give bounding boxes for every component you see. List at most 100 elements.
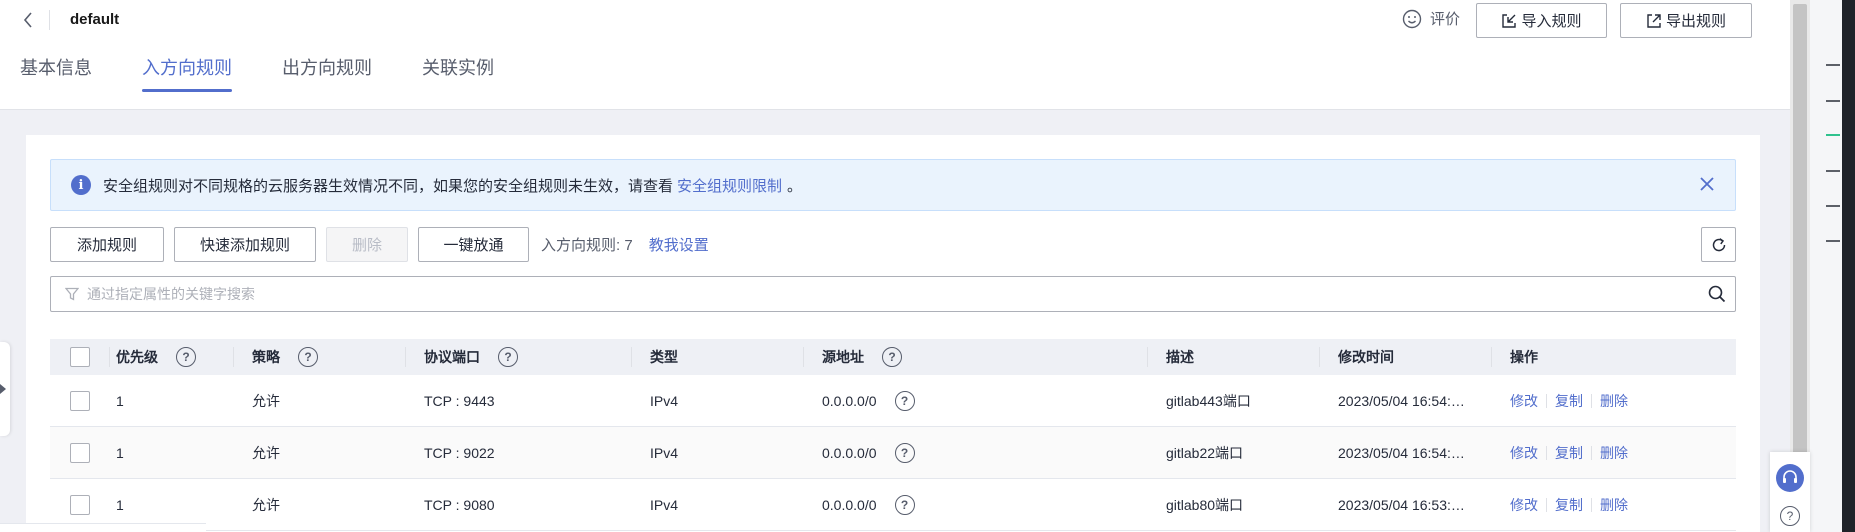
cell-port: TCP : 9443 <box>424 392 495 409</box>
op-divider <box>1591 445 1592 460</box>
side-mark <box>1826 170 1840 172</box>
open-all-button[interactable]: 一键放通 <box>418 226 529 262</box>
table-row: 1 允许 TCP : 9022 IPv4 0.0.0.0/0? gitlab22… <box>50 427 1736 479</box>
cell-type: IPv4 <box>650 444 679 461</box>
tab-associated-instances[interactable]: 关联实例 <box>422 54 494 92</box>
teach-me-link[interactable]: 教我设置 <box>649 234 709 255</box>
import-rules-button[interactable]: 导入规则 <box>1476 3 1607 38</box>
notice-link[interactable]: 安全组规则限制 <box>677 175 782 196</box>
delete-link[interactable]: 删除 <box>1600 391 1628 411</box>
cell-port: TCP : 9022 <box>424 444 495 461</box>
side-panel-edge <box>1842 0 1855 532</box>
cell-source: 0.0.0.0/0? <box>804 375 1148 426</box>
side-mark <box>1826 240 1840 242</box>
rate-button[interactable]: 评价 <box>1402 8 1460 29</box>
edit-link[interactable]: 修改 <box>1510 391 1538 411</box>
rate-label: 评价 <box>1430 11 1461 28</box>
customer-service-icon[interactable] <box>1776 464 1804 492</box>
modified-value: 2023/05/04 16:54:… <box>1338 444 1465 461</box>
header-priority: 优先级? <box>110 339 234 375</box>
import-rules-label: 导入规则 <box>1521 13 1582 30</box>
cell-action: 允许 <box>252 392 280 409</box>
side-mark-active <box>1826 134 1840 136</box>
delete-link[interactable]: 删除 <box>1600 443 1628 463</box>
header-port-label: 协议端口 <box>424 349 480 365</box>
cell-operations: 修改 复制 删除 <box>1492 479 1736 530</box>
help-icon[interactable]: ? <box>1780 506 1800 526</box>
source-value: 0.0.0.0/0 <box>822 444 877 461</box>
close-icon[interactable] <box>1697 174 1717 194</box>
select-all-checkbox[interactable] <box>70 347 90 367</box>
source-value: 0.0.0.0/0 <box>822 392 877 409</box>
select-all-cell <box>50 339 110 375</box>
header-type: 类型 <box>632 339 804 375</box>
source-help-icon[interactable]: ? <box>894 390 915 411</box>
row-select-cell <box>50 427 110 478</box>
back-arrow-icon[interactable] <box>18 9 38 31</box>
quick-add-rule-button[interactable]: 快速添加规则 <box>174 226 316 262</box>
source-help-icon[interactable]: ? <box>894 442 915 463</box>
row-select-cell <box>50 375 110 426</box>
edit-link[interactable]: 修改 <box>1510 495 1538 515</box>
tab-basic-info[interactable]: 基本信息 <box>20 54 92 92</box>
header-modified: 修改时间 <box>1320 339 1492 375</box>
copy-link[interactable]: 复制 <box>1555 443 1583 463</box>
export-rules-label: 导出规则 <box>1665 13 1726 30</box>
notice-tail: 。 <box>787 177 803 195</box>
filter-icon <box>65 287 79 301</box>
op-divider <box>1546 497 1547 512</box>
table-header: 优先级? 策略? 协议端口? 类型 源地址? 描述 修改时间 操作 <box>50 339 1736 375</box>
sidebar-expand-handle[interactable] <box>0 342 10 436</box>
search-input[interactable] <box>87 286 1699 302</box>
copy-link[interactable]: 复制 <box>1555 391 1583 411</box>
header-port: 协议端口? <box>406 339 632 375</box>
cell-priority: 1 <box>116 392 124 409</box>
tab-inbound-rules[interactable]: 入方向规则 <box>142 54 232 92</box>
op-divider <box>1591 497 1592 512</box>
info-icon: i <box>71 175 91 195</box>
inbound-rule-count: 入方向规则: 7 <box>541 236 633 254</box>
cell-type: IPv4 <box>650 496 679 513</box>
refresh-button[interactable] <box>1701 227 1736 262</box>
import-icon <box>1502 13 1517 28</box>
side-mark <box>1826 100 1840 102</box>
row-checkbox[interactable] <box>70 494 90 515</box>
priority-help-icon[interactable]: ? <box>176 347 196 367</box>
add-rule-button[interactable]: 添加规则 <box>50 226 164 262</box>
caret-right-icon <box>0 384 6 394</box>
cell-source: 0.0.0.0/0? <box>804 479 1148 530</box>
export-rules-button[interactable]: 导出规则 <box>1620 3 1752 38</box>
source-help-icon[interactable]: ? <box>882 347 902 367</box>
cell-type: IPv4 <box>650 392 679 409</box>
copy-link[interactable]: 复制 <box>1555 495 1583 515</box>
tab-outbound-rules[interactable]: 出方向规则 <box>282 54 372 92</box>
cell-action: 允许 <box>252 444 280 461</box>
cell-port: TCP : 9080 <box>424 496 495 513</box>
source-help-icon[interactable]: ? <box>894 494 915 515</box>
row-checkbox[interactable] <box>70 390 90 411</box>
op-divider <box>1591 393 1592 408</box>
header-source: 源地址? <box>804 339 1148 375</box>
row-checkbox[interactable] <box>70 442 90 463</box>
modified-value: 2023/05/04 16:53:… <box>1338 496 1465 513</box>
header-type-label: 类型 <box>650 349 678 365</box>
cell-modified: 2023/05/04 16:53:… <box>1320 479 1492 530</box>
edit-link[interactable]: 修改 <box>1510 443 1538 463</box>
scrollbar-thumb[interactable] <box>1793 4 1807 454</box>
header-source-label: 源地址 <box>822 349 864 365</box>
cell-action: 允许 <box>252 496 280 513</box>
op-divider <box>1546 445 1547 460</box>
delete-link[interactable]: 删除 <box>1600 495 1628 515</box>
port-help-icon[interactable]: ? <box>498 347 518 367</box>
cell-description: gitlab443端口 <box>1166 392 1251 409</box>
table-row: 1 允许 TCP : 9443 IPv4 0.0.0.0/0? gitlab44… <box>50 375 1736 427</box>
action-help-icon[interactable]: ? <box>298 347 318 367</box>
rules-card: i 安全组规则对不同规格的云服务器生效情况不同，如果您的安全组规则未生效，请查看… <box>26 135 1760 532</box>
search-icon[interactable] <box>1699 277 1735 311</box>
header-description: 描述 <box>1148 339 1320 375</box>
cell-description: gitlab22端口 <box>1166 444 1244 461</box>
page-header: default 评价 导入规则 导出规则 基本信息 入方向规则 出方向规则 关联… <box>0 0 1790 110</box>
header-priority-label: 优先级 <box>116 349 158 365</box>
search-box <box>50 276 1736 312</box>
delete-button[interactable]: 删除 <box>326 226 408 262</box>
